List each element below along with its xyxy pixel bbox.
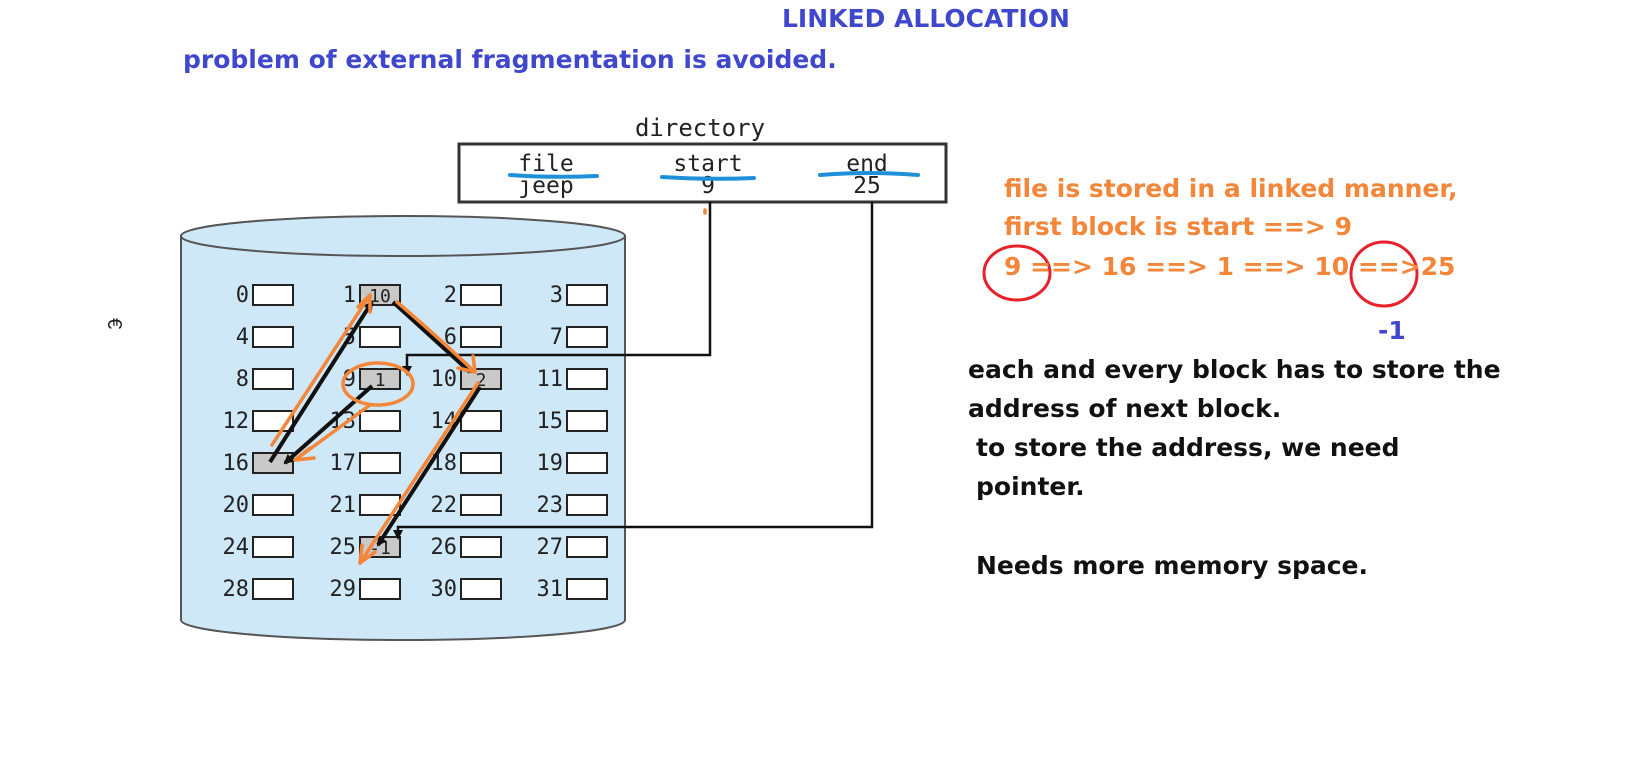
block-number-21: 21 xyxy=(330,493,357,518)
block-number-27: 27 xyxy=(537,535,564,560)
block-number-16: 16 xyxy=(223,451,250,476)
block-number-28: 28 xyxy=(223,577,250,602)
block-5 xyxy=(359,326,401,348)
block-number-22: 22 xyxy=(431,493,458,518)
note-minus-one: -1 xyxy=(1378,316,1406,345)
block-3 xyxy=(566,284,608,306)
underline-end xyxy=(818,171,920,177)
block-11 xyxy=(566,368,608,390)
block-number-19: 19 xyxy=(537,451,564,476)
block-4 xyxy=(252,326,294,348)
block-number-23: 23 xyxy=(537,493,564,518)
block-0 xyxy=(252,284,294,306)
block-number-4: 4 xyxy=(236,325,249,350)
block-number-31: 31 xyxy=(537,577,564,602)
block-23 xyxy=(566,494,608,516)
block-number-8: 8 xyxy=(236,367,249,392)
block-number-2: 2 xyxy=(444,283,457,308)
block-number-11: 11 xyxy=(537,367,564,392)
note-store-address: to store the address, we need xyxy=(976,433,1400,462)
side-mark: € xyxy=(103,318,125,329)
block-number-29: 29 xyxy=(330,577,357,602)
block-number-20: 20 xyxy=(223,493,250,518)
block-18 xyxy=(460,452,502,474)
directory-caption: directory xyxy=(635,114,765,142)
block-number-30: 30 xyxy=(431,577,458,602)
block-number-26: 26 xyxy=(431,535,458,560)
block-30 xyxy=(460,578,502,600)
block-number-7: 7 xyxy=(550,325,563,350)
underline-start xyxy=(660,175,756,181)
note-next-address: address of next block. xyxy=(968,394,1282,423)
directory-cell-end: 25 xyxy=(853,173,881,199)
block-19 xyxy=(566,452,608,474)
underline-file xyxy=(508,173,599,179)
block-27 xyxy=(566,536,608,558)
block-15 xyxy=(566,410,608,432)
block-6 xyxy=(460,326,502,348)
block-number-0: 0 xyxy=(236,283,249,308)
block-13 xyxy=(359,410,401,432)
block-number-10: 10 xyxy=(431,367,458,392)
block-22 xyxy=(460,494,502,516)
block-number-1: 1 xyxy=(343,283,356,308)
note-block-chain: 9 ==> 16 ==> 1 ==> 10 ==>25 xyxy=(1004,252,1456,281)
block-number-17: 17 xyxy=(330,451,357,476)
block-28 xyxy=(252,578,294,600)
block-pointer-value-9: 1 xyxy=(375,370,386,391)
note-pointer: pointer. xyxy=(976,472,1085,501)
block-17 xyxy=(359,452,401,474)
block-2 xyxy=(460,284,502,306)
block-31 xyxy=(566,578,608,600)
block-20 xyxy=(252,494,294,516)
block-24 xyxy=(252,536,294,558)
block-29 xyxy=(359,578,401,600)
block-number-25: 25 xyxy=(330,535,357,560)
block-8 xyxy=(252,368,294,390)
block-7 xyxy=(566,326,608,348)
note-linked-manner: file is stored in a linked manner, xyxy=(1004,174,1458,203)
note-each-block: each and every block has to store the xyxy=(968,355,1501,384)
block-14 xyxy=(460,410,502,432)
block-number-12: 12 xyxy=(223,409,250,434)
note-memory-space: Needs more memory space. xyxy=(976,551,1369,580)
note-first-block: first block is start ==> 9 xyxy=(1004,212,1352,241)
block-number-24: 24 xyxy=(223,535,250,560)
block-number-15: 15 xyxy=(537,409,564,434)
block-26 xyxy=(460,536,502,558)
block-number-3: 3 xyxy=(550,283,563,308)
